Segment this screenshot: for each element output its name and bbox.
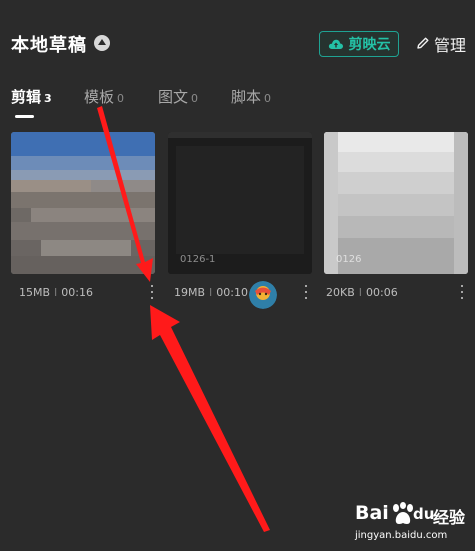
more-options-button[interactable] bbox=[457, 285, 467, 299]
tab-label: 剪辑 bbox=[11, 88, 42, 106]
tab-label: 脚本 bbox=[231, 88, 262, 106]
tab-label: 模板 bbox=[84, 88, 115, 106]
more-options-button[interactable] bbox=[147, 285, 157, 299]
tab-script[interactable]: 脚本 0 bbox=[231, 86, 271, 114]
draft-caption: 0126 bbox=[336, 254, 362, 265]
tab-image-text[interactable]: 图文 0 bbox=[158, 86, 198, 114]
collapse-toggle-icon[interactable] bbox=[94, 35, 110, 51]
tab-template[interactable]: 模板 0 bbox=[84, 86, 124, 114]
draft-tabs: 剪辑 3 模板 0 图文 0 脚本 0 bbox=[0, 86, 475, 118]
watermark-url: jingyan.baidu.com bbox=[355, 530, 448, 541]
manage-button[interactable]: 管理 bbox=[416, 32, 466, 56]
draft-meta: 20KB I 00:06 bbox=[326, 285, 398, 299]
draft-thumbnail[interactable]: 0126 bbox=[324, 132, 468, 274]
top-bar: 本地草稿 剪映云 管理 bbox=[0, 0, 475, 90]
manage-label: 管理 bbox=[434, 36, 467, 55]
draft-thumbnail[interactable] bbox=[11, 132, 155, 274]
pencil-icon bbox=[416, 35, 430, 54]
draft-size: 15MB bbox=[19, 285, 51, 299]
meta-separator: I bbox=[358, 285, 363, 299]
draft-duration: 00:06 bbox=[366, 285, 398, 299]
draft-meta: 19MB I 00:10 bbox=[174, 285, 248, 299]
more-options-button[interactable] bbox=[301, 285, 311, 299]
tab-count: 0 bbox=[264, 92, 272, 105]
tab-count: 0 bbox=[191, 92, 199, 105]
draft-duration: 00:16 bbox=[61, 285, 93, 299]
watermark-brand: Bai bbox=[355, 502, 389, 524]
watermark-brand-suffix: 经验 bbox=[433, 508, 466, 527]
page-title: 本地草稿 bbox=[11, 35, 87, 56]
avatar bbox=[249, 281, 277, 309]
tab-count: 3 bbox=[44, 92, 52, 105]
active-tab-indicator bbox=[15, 115, 34, 118]
watermark-brand-mid: du bbox=[413, 505, 435, 523]
draft-size: 20KB bbox=[326, 285, 355, 299]
arrow-up-icon bbox=[150, 305, 270, 532]
tab-edit[interactable]: 剪辑 3 bbox=[11, 86, 52, 114]
tab-label: 图文 bbox=[158, 88, 189, 106]
meta-separator: I bbox=[54, 285, 58, 299]
draft-size: 19MB bbox=[174, 285, 206, 299]
tab-count: 0 bbox=[117, 92, 125, 105]
draft-caption: 0126-1 bbox=[180, 254, 216, 265]
draft-meta: 15MB I 00:16 bbox=[19, 285, 93, 299]
draft-duration: 00:10 bbox=[216, 285, 248, 299]
cloud-button[interactable]: 剪映云 bbox=[319, 31, 399, 57]
watermark-logo: Bai du 经验 jingyan.baidu.com bbox=[355, 502, 470, 547]
draft-thumbnail[interactable]: 0126-1 bbox=[168, 132, 312, 274]
meta-separator: I bbox=[209, 285, 213, 299]
cloud-button-label: 剪映云 bbox=[348, 37, 391, 53]
cloud-upload-icon bbox=[328, 38, 344, 50]
